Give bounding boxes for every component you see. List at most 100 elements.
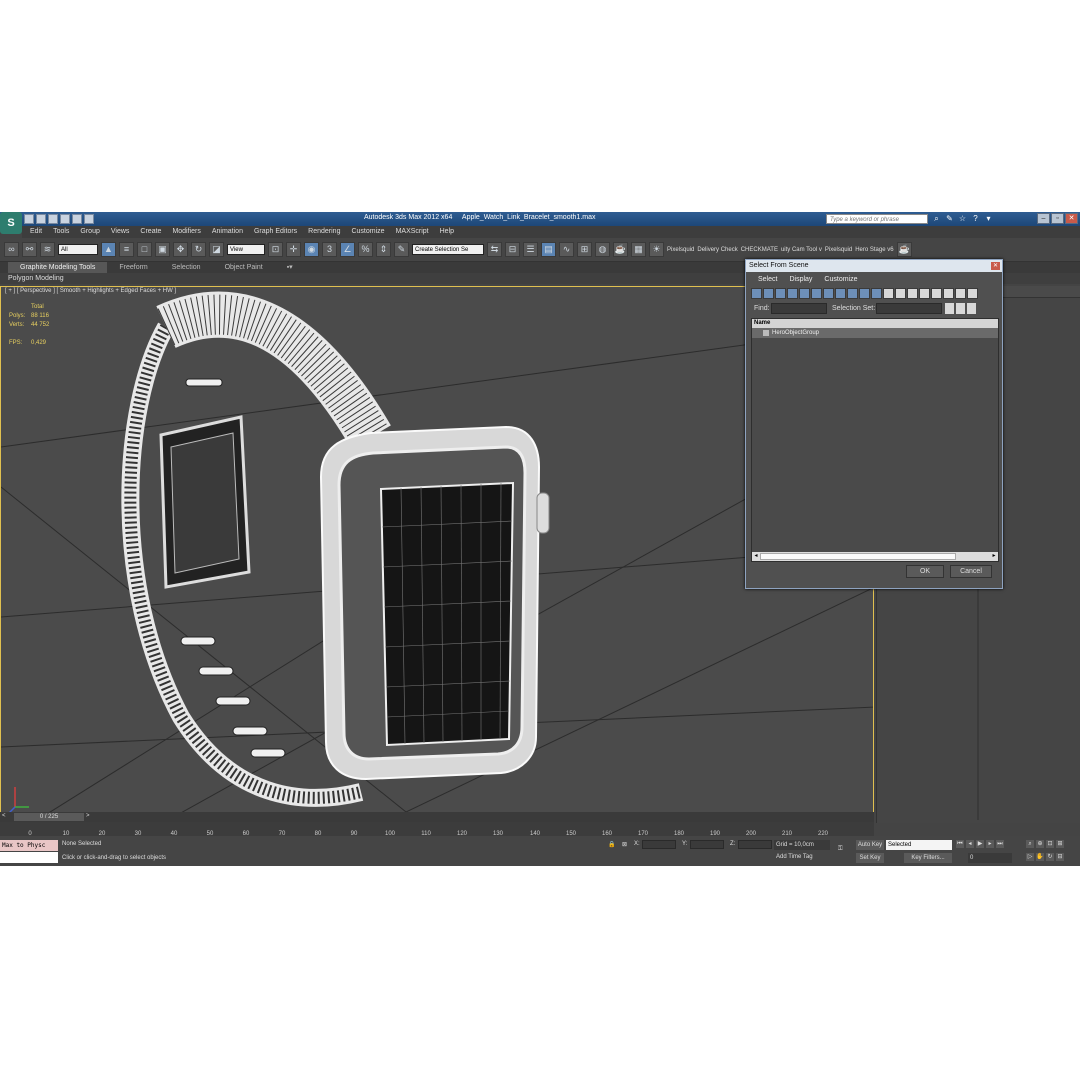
tab-graphite-modeling-tools[interactable]: Graphite Modeling Tools	[8, 262, 108, 273]
zoom-all-icon[interactable]: ⊕	[1036, 840, 1044, 848]
select-manipulate-icon[interactable]: ✛	[286, 242, 301, 257]
select-by-name-icon[interactable]: ≡	[119, 242, 134, 257]
render-production-icon[interactable]: ☀	[649, 242, 664, 257]
plugin-checkmate[interactable]: CHECKMATE	[741, 247, 778, 253]
dialog-close-icon[interactable]: ✕	[991, 262, 1000, 270]
display-containers-icon[interactable]	[859, 288, 870, 299]
minimize-icon[interactable]: –	[1037, 213, 1050, 224]
unlink-icon[interactable]: ⚯	[22, 242, 37, 257]
scale-icon[interactable]: ◪	[209, 242, 224, 257]
help-icon[interactable]: ?	[971, 214, 980, 223]
binoculars-icon[interactable]: ⌕	[932, 214, 941, 223]
move-icon[interactable]: ✥	[173, 242, 188, 257]
tab-object-paint[interactable]: Object Paint	[213, 262, 275, 273]
maxscript-input[interactable]	[0, 852, 58, 863]
dialog-title[interactable]: Select From Scene	[746, 260, 1002, 272]
scrollbar-thumb[interactable]	[760, 553, 956, 560]
named-selection-sets-dropdown[interactable]: Create Selection Se	[412, 244, 484, 255]
display-influences-icon[interactable]	[943, 288, 954, 299]
tab-freeform[interactable]: Freeform	[107, 262, 159, 273]
maxscript-listener[interactable]: Max to Physc	[0, 840, 58, 851]
select-object-icon[interactable]: ▲	[101, 242, 116, 257]
chevron-down-icon[interactable]: ▾	[984, 214, 993, 223]
menu-rendering[interactable]: Rendering	[308, 226, 340, 238]
pivot-center-icon[interactable]: ⊡	[268, 242, 283, 257]
close-icon[interactable]: ✕	[1065, 213, 1078, 224]
layer-manager-icon[interactable]: ☰	[523, 242, 538, 257]
percent-snap-icon[interactable]: %	[358, 242, 373, 257]
selection-set-dropdown[interactable]	[876, 303, 942, 314]
menu-customize[interactable]: Customize	[351, 226, 384, 238]
key-mode-dropdown[interactable]: Selected	[886, 840, 952, 850]
menu-graph-editors[interactable]: Graph Editors	[254, 226, 297, 238]
align-icon[interactable]: ⊟	[505, 242, 520, 257]
scroll-right-icon[interactable]: ▸	[990, 552, 998, 561]
tab-selection[interactable]: Selection	[160, 262, 213, 273]
absolute-mode-icon[interactable]: ⊠	[622, 841, 627, 848]
display-groups-icon[interactable]	[823, 288, 834, 299]
menu-tools[interactable]: Tools	[53, 226, 69, 238]
time-slider-prev-icon[interactable]: <	[2, 813, 6, 819]
render-setup-icon[interactable]: ☕	[613, 242, 628, 257]
menu-maxscript[interactable]: MAXScript	[396, 226, 429, 238]
set-key-button[interactable]: Set Key	[856, 853, 884, 863]
y-coord-field[interactable]	[690, 840, 724, 849]
rectangular-selection-icon[interactable]: □	[137, 242, 152, 257]
prev-frame-icon[interactable]: ◂	[966, 840, 974, 848]
reference-coord-dropdown[interactable]: View	[227, 244, 265, 255]
menu-help[interactable]: Help	[440, 226, 454, 238]
create-selection-set-icon[interactable]	[945, 303, 954, 314]
time-slider[interactable]: < 0 / 225 >	[0, 812, 874, 822]
angle-snap-icon[interactable]: ∠	[340, 242, 355, 257]
scroll-left-icon[interactable]: ◂	[752, 552, 760, 561]
viewport-label[interactable]: [ + ] [ Perspective ] [ Smooth + Highlig…	[5, 288, 176, 294]
menu-group[interactable]: Group	[80, 226, 99, 238]
rendered-frame-icon[interactable]: ▦	[631, 242, 646, 257]
display-spacewarps-icon[interactable]	[811, 288, 822, 299]
auto-key-button[interactable]: Auto Key	[856, 840, 884, 850]
maximize-icon[interactable]: ▫	[1051, 213, 1064, 224]
time-slider-next-icon[interactable]: >	[86, 813, 90, 819]
plugin-delivery-check[interactable]: Delivery Check	[697, 247, 737, 253]
menu-modifiers[interactable]: Modifiers	[172, 226, 200, 238]
goto-end-icon[interactable]: ⏭	[996, 840, 1004, 848]
add-time-tag[interactable]: Add Time Tag	[776, 854, 813, 860]
display-lights-icon[interactable]	[775, 288, 786, 299]
time-slider-thumb[interactable]: 0 / 225	[14, 813, 84, 821]
perspective-viewport[interactable]: [ + ] [ Perspective ] [ Smooth + Highlig…	[0, 286, 874, 823]
add-to-set-icon[interactable]	[956, 303, 965, 314]
star-icon[interactable]: ☆	[958, 214, 967, 223]
remove-from-set-icon[interactable]	[967, 303, 976, 314]
track-bar[interactable]: 0 10 20 30 40 50 60 70 80 90 100 110 120…	[0, 822, 874, 837]
edit-named-selection-icon[interactable]: ✎	[394, 242, 409, 257]
keyboard-shortcut-toggle-icon[interactable]: ◉	[304, 242, 319, 257]
z-coord-field[interactable]	[738, 840, 772, 849]
maximize-viewport-icon[interactable]: ⊟	[1056, 853, 1064, 861]
column-header-name[interactable]: Name	[752, 319, 998, 328]
display-shapes-icon[interactable]	[763, 288, 774, 299]
graphite-toggle-icon[interactable]: ▤	[541, 242, 556, 257]
display-cameras-icon[interactable]	[787, 288, 798, 299]
current-frame-field[interactable]: 0	[968, 853, 1012, 863]
tools-icon[interactable]: ✎	[945, 214, 954, 223]
display-helpers-icon[interactable]	[799, 288, 810, 299]
redo-icon[interactable]	[72, 214, 82, 224]
field-of-view-icon[interactable]: ▷	[1026, 853, 1034, 861]
horizontal-scrollbar[interactable]: ◂ ▸	[752, 552, 998, 561]
goto-start-icon[interactable]: ⏮	[956, 840, 964, 848]
app-logo-icon[interactable]: S	[0, 212, 22, 234]
ok-button[interactable]: OK	[906, 565, 944, 578]
save-file-icon[interactable]	[48, 214, 58, 224]
rotate-icon[interactable]: ↻	[191, 242, 206, 257]
selection-filter-dropdown[interactable]: All	[58, 244, 98, 255]
zoom-icon[interactable]: ⌕	[1026, 840, 1034, 848]
key-icon[interactable]: ⚿	[838, 846, 843, 853]
spinner-snap-icon[interactable]: ⇕	[376, 242, 391, 257]
plugin-pixelsquid-2[interactable]: Pixelsquid	[825, 247, 852, 253]
sort-icon[interactable]	[967, 288, 978, 299]
menu-edit[interactable]: Edit	[30, 226, 42, 238]
project-folder-icon[interactable]	[84, 214, 94, 224]
display-children-icon[interactable]	[931, 288, 942, 299]
play-icon[interactable]: ▶	[976, 840, 984, 848]
display-all-icon[interactable]	[895, 288, 906, 299]
